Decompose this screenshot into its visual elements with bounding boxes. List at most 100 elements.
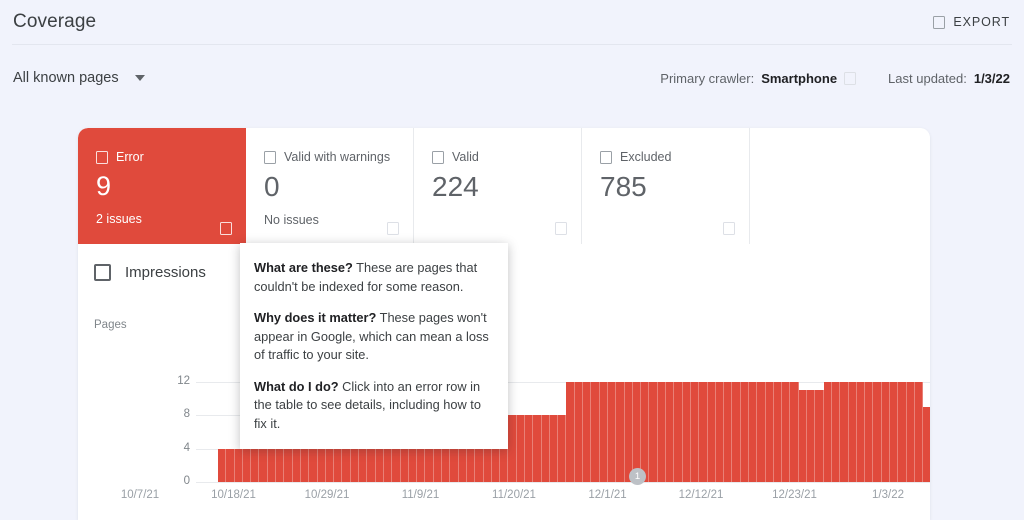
chart-bar[interactable] [882,382,890,482]
report-meta: Primary crawler: Smartphone Last updated… [660,71,1010,86]
chart-bar[interactable] [757,382,765,482]
chart-bar[interactable] [907,382,915,482]
chart-bar[interactable] [716,382,724,482]
chart-bar[interactable] [641,382,649,482]
chart-bar[interactable] [542,415,550,482]
impressions-toggle[interactable]: Impressions [94,264,206,281]
status-card-valid[interactable]: Valid 224 [414,128,582,244]
chart-bar[interactable] [790,382,798,482]
chart-bar[interactable] [732,382,740,482]
chart-bar[interactable] [218,449,226,482]
more-icon[interactable] [387,222,399,235]
chart-bar[interactable] [815,390,823,482]
chart-bar[interactable] [517,415,525,482]
chart-bar[interactable] [915,382,923,482]
chart-bar[interactable] [799,390,807,482]
chart-bar[interactable] [749,382,757,482]
chart-bar[interactable] [840,382,848,482]
chart-bar[interactable] [890,382,898,482]
chart-x-axis-labels: 10/7/2110/18/2110/29/2111/9/2111/20/2112… [0,489,1024,513]
chart-x-tick-label: 12/12/21 [679,489,724,501]
chart-bar[interactable] [774,382,782,482]
chart-bar[interactable] [766,382,774,482]
info-icon[interactable] [844,72,856,85]
chart-bar[interactable] [658,382,666,482]
primary-crawler-info: Primary crawler: Smartphone [660,71,856,86]
chart-bar[interactable] [708,382,716,482]
header-divider [12,44,1012,45]
chart-bar[interactable] [865,382,873,482]
chart-bar[interactable] [683,382,691,482]
chart-x-tick-label: 11/9/21 [402,489,440,501]
chart-y-axis-title: Pages [94,319,127,331]
chart-bar[interactable] [699,382,707,482]
status-card-valid-head: Valid [432,150,581,164]
chart-bar[interactable] [591,382,599,482]
chart-bar[interactable] [625,382,633,482]
chart-bar[interactable] [923,407,930,482]
chart-bar[interactable] [235,449,243,482]
chart-bar[interactable] [724,382,732,482]
status-card-valid-with-warnings-label: Valid with warnings [284,150,390,164]
chart-bar[interactable] [243,449,251,482]
chart-bar[interactable] [616,382,624,482]
page-scope-dropdown[interactable]: All known pages [13,70,145,86]
tooltip-paragraph-what-do-i-do: What do I do? Click into an error row in… [254,378,490,434]
chart-annotation-marker[interactable]: 1 [629,468,646,485]
chart-bar[interactable] [583,382,591,482]
chart-bar[interactable] [691,382,699,482]
more-icon[interactable] [723,222,735,235]
status-card-valid-label: Valid [452,150,479,164]
chart-bar[interactable] [649,382,657,482]
chart-bar[interactable] [525,415,533,482]
more-icon[interactable] [220,222,232,235]
export-button[interactable]: EXPORT [933,15,1010,29]
chart-bar[interactable] [857,382,865,482]
more-icon[interactable] [555,222,567,235]
error-help-tooltip: What are these? These are pages that cou… [240,243,508,449]
chart-y-tick-label: 0 [170,475,190,487]
page-title: Coverage [13,11,96,33]
chart-x-tick-label: 12/23/21 [772,489,817,501]
chart-bar[interactable] [533,415,541,482]
impressions-toggle-label: Impressions [125,264,206,281]
export-button-label: EXPORT [953,15,1010,29]
chart-x-tick-label: 10/7/21 [121,489,159,501]
chart-bar[interactable] [873,382,881,482]
status-card-row: Error 9 2 issues Valid with warnings 0 N… [78,128,930,244]
chart-y-tick-label: 12 [170,375,190,387]
status-card-error[interactable]: Error 9 2 issues [78,128,246,244]
primary-crawler-label: Primary crawler: [660,71,754,86]
chart-bar[interactable] [666,382,674,482]
status-card-row-spacer [750,128,930,244]
chart-bar[interactable] [674,382,682,482]
status-card-excluded[interactable]: Excluded 785 [582,128,750,244]
status-card-valid-with-warnings[interactable]: Valid with warnings 0 No issues [246,128,414,244]
page-scope-dropdown-label: All known pages [13,70,119,86]
chart-bar[interactable] [782,382,790,482]
chart-bar[interactable] [558,415,566,482]
tooltip-heading-what-are-these: What are these? [254,260,353,275]
chart-x-tick-label: 1/3/22 [872,489,904,501]
chart-bar[interactable] [832,382,840,482]
chart-bar[interactable] [849,382,857,482]
status-card-error-value: 9 [96,173,246,200]
chart-bar[interactable] [898,382,906,482]
chart-bar[interactable] [566,382,574,482]
chart-gridline [196,482,930,483]
chart-bar[interactable] [550,415,558,482]
chart-bar[interactable] [741,382,749,482]
tooltip-paragraph-what-are-these: What are these? These are pages that cou… [254,259,490,296]
chart-bar[interactable] [600,382,608,482]
primary-crawler-value: Smartphone [761,71,837,86]
warning-icon [264,151,276,164]
chart-bar[interactable] [608,382,616,482]
chart-bar[interactable] [508,415,516,482]
chart-bar[interactable] [824,382,832,482]
status-card-error-label: Error [116,150,144,164]
chart-bar[interactable] [226,449,234,482]
chart-bar[interactable] [807,390,815,482]
chart-bar[interactable] [575,382,583,482]
chart-bar[interactable] [633,382,641,482]
chart-plot-area: 12840 [108,337,930,482]
